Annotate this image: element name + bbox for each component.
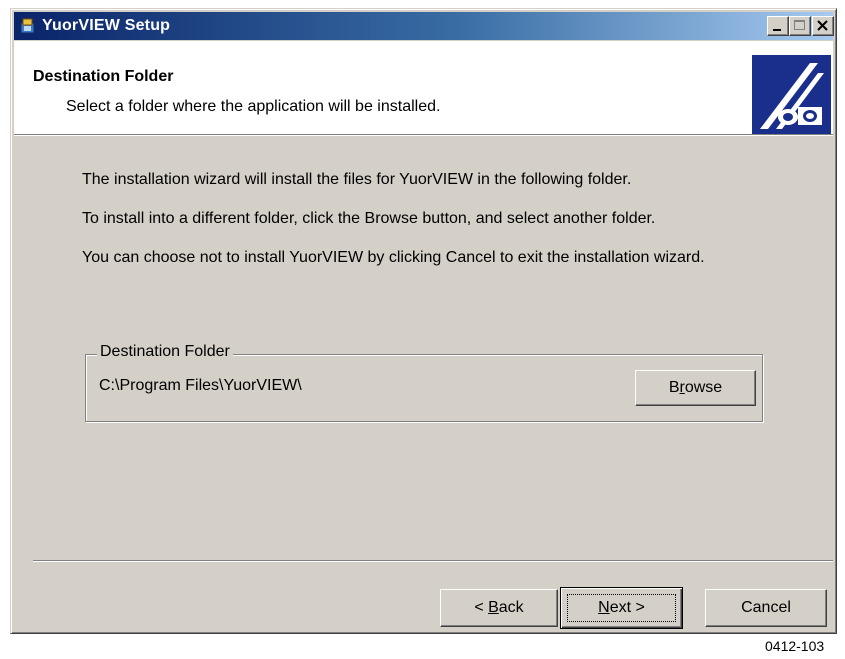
next-label-b: ext > (609, 599, 645, 616)
info-line-2: To install into a different folder, clic… (82, 210, 656, 227)
next-button[interactable]: Next > (560, 587, 683, 629)
back-label-a: < (474, 599, 489, 616)
cancel-button[interactable]: Cancel (705, 589, 827, 627)
cancel-label: Cancel (741, 599, 791, 616)
browse-label-b: owse (684, 379, 723, 396)
minimize-button[interactable] (767, 16, 789, 36)
maximize-button[interactable] (789, 16, 811, 36)
info-line-1: The installation wizard will install the… (82, 171, 632, 188)
close-icon (817, 20, 828, 31)
window-title: YuorVIEW Setup (42, 17, 171, 34)
close-button[interactable] (812, 16, 834, 36)
page-subtitle: Select a folder where the application wi… (66, 98, 441, 115)
next-label-mnemonic: N (598, 599, 610, 616)
page-title: Destination Folder (33, 68, 174, 85)
setup-window: YuorVIEW Setup Destination Folder Select… (10, 8, 837, 634)
wizard-header: Destination Folder Select a folder where… (14, 41, 833, 135)
title-bar[interactable]: YuorVIEW Setup (14, 12, 834, 40)
destination-path: C:\Program Files\YuorVIEW\ (99, 377, 302, 394)
back-label-mnemonic: B (488, 599, 499, 616)
back-button[interactable]: < Back (440, 589, 558, 627)
figure-caption: 0412-103 (765, 638, 825, 654)
browse-button[interactable]: Br owse (635, 370, 756, 406)
back-label-b: ack (498, 599, 524, 616)
maximize-icon (794, 20, 805, 30)
product-logo-icon (752, 55, 831, 134)
installer-icon (20, 18, 35, 34)
browse-label-a: B (668, 379, 680, 396)
next-label: Next > (598, 599, 645, 617)
footer-divider (33, 560, 833, 562)
destination-group-label: Destination Folder (97, 343, 233, 361)
info-line-3: You can choose not to install YuorVIEW b… (82, 249, 705, 266)
minimize-icon (773, 29, 781, 31)
